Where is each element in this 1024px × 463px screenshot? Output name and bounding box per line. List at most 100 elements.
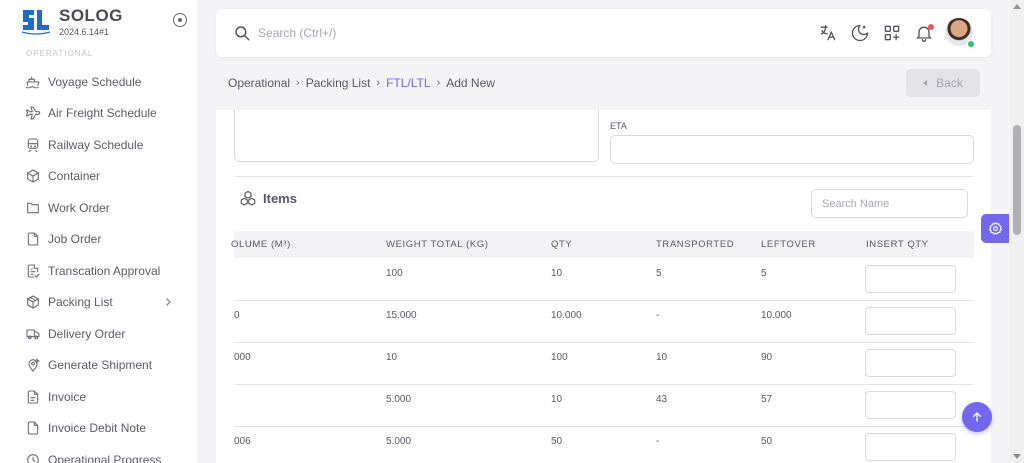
sidebar-item-label: Packing List [48,295,113,310]
sidebar-item-packing-list[interactable]: Packing List [0,287,198,319]
items-section-title: Items [263,191,297,206]
sidebar-toggle-icon[interactable] [173,13,187,27]
sidebar-item-invoice-debit-note[interactable]: Invoice Debit Note [0,413,198,445]
breadcrumb-separator: › [376,77,381,89]
cell-weight: 10 [386,352,398,363]
caret-left-icon [923,80,928,86]
breadcrumb-packing-list[interactable]: Packing List [306,76,371,90]
train-icon [24,136,41,153]
column-header-qty: QTY [551,239,573,250]
sidebar-item-generate-shipment[interactable]: Generate Shipment [0,350,198,382]
search-icon[interactable] [233,24,251,42]
sidebar-item-label: Delivery Order [48,326,126,341]
sidebar-item-label: Voyage Schedule [48,74,142,89]
sidebar-item-label: Invoice Debit Note [48,421,147,436]
invoice-icon [24,388,41,405]
sidebar-item-label: Work Order [48,200,110,215]
bell-icon[interactable] [914,23,934,43]
brand[interactable]: SOLOG 2024.6.14#1 [20,6,123,38]
cubes-icon [240,190,256,206]
sidebar-item-container[interactable]: Container [0,161,198,193]
folder-icon [24,199,41,216]
section-divider [234,176,974,177]
insert-qty-input[interactable] [865,391,956,419]
scroll-down-icon[interactable] [1013,454,1021,459]
insert-qty-input[interactable] [865,433,956,461]
chevron-right-icon [166,297,171,306]
scroll-to-top-button[interactable] [962,402,992,432]
sidebar-item-label: Railway Schedule [48,137,144,152]
cell-transported: 10 [656,352,668,363]
cell-weight: 15.000 [386,310,417,321]
insert-qty-input[interactable] [865,307,956,335]
breadcrumb-separator: › [436,77,441,89]
cell-qty: 10.000 [551,310,582,321]
insert-qty-input[interactable] [865,349,956,377]
file-check-icon [24,262,41,279]
eta-input[interactable] [610,135,974,164]
cell-volume: 000 [234,352,251,363]
gear-icon [988,222,1002,235]
sidebar-item-work-order[interactable]: Work Order [0,192,198,224]
column-header-weight-total: WEIGHT TOTAL (KG) [386,239,489,250]
sidebar-item-delivery-order[interactable]: Delivery Order [0,318,198,350]
table-row: 100 10 5 5 [234,259,974,301]
sidebar-item-job-order[interactable]: Job Order [0,224,198,256]
brand-version: 2024.6.14#1 [59,27,110,37]
sidebar-item-railway-schedule[interactable]: Railway Schedule [0,129,198,161]
table-row: 0 15.000 10.000 - 10.000 [234,301,974,343]
sidebar-item-invoice[interactable]: Invoice [0,381,198,413]
eta-label: ETA [610,121,627,131]
scroll-up-icon[interactable] [1013,4,1021,9]
notes-textarea[interactable] [234,110,599,162]
truck-icon [24,325,41,342]
moon-icon[interactable] [850,23,870,43]
search-input[interactable] [258,23,558,43]
column-header-leftover: LEFTOVER [761,239,816,250]
customizer-button[interactable] [981,214,1009,243]
breadcrumb-ftl-ltl[interactable]: FTL/LTL [386,76,430,90]
apps-add-icon[interactable] [882,23,902,43]
sidebar-item-label: Generate Shipment [48,358,153,373]
ship-icon [24,73,41,90]
cell-qty: 10 [551,268,563,279]
table-row: 006 5.000 50 - 50 [234,427,974,463]
column-header-transported: TRANSPORTED [656,239,735,250]
scrollbar-thumb[interactable] [1013,125,1021,235]
cell-leftover: 90 [761,352,773,363]
cell-qty: 10 [551,394,563,405]
notification-badge [928,24,934,30]
cell-leftover: 5 [761,268,767,279]
sidebar: SOLOG 2024.6.14#1 OPERATIONAL Voyage Sch… [0,0,199,463]
back-button[interactable]: Back [906,69,980,97]
cell-leftover: 57 [761,394,773,405]
cell-weight: 5.000 [386,436,412,447]
cell-transported: - [656,310,660,321]
sidebar-item-label: Container [48,169,101,184]
breadcrumb-separator: › [296,77,300,89]
sidebar-item-operational-progress[interactable]: Operational Progress [0,444,198,463]
brand-name: SOLOG [59,6,123,25]
file-icon [24,231,41,248]
translate-icon[interactable] [818,23,838,43]
sidebar-item-voyage-schedule[interactable]: Voyage Schedule [0,66,198,98]
sidebar-nav: Voyage Schedule Air Freight Schedule Rai… [0,66,198,463]
search-name-input[interactable] [811,189,968,218]
cell-transported: - [656,436,660,447]
map-pin-icon [24,357,41,374]
cell-transported: 5 [656,268,662,279]
sidebar-item-air-freight-schedule[interactable]: Air Freight Schedule [0,98,198,130]
sidebar-item-label: Invoice [48,389,87,404]
sidebar-item-transcation-approval[interactable]: Transcation Approval [0,255,198,287]
column-header-volume: OLUME (M³) [231,239,291,250]
page-scrollbar[interactable] [1010,0,1024,463]
cell-qty: 100 [551,352,568,363]
insert-qty-input[interactable] [865,265,956,293]
cell-weight: 100 [386,268,403,279]
arrow-up-icon [972,412,982,422]
sidebar-item-label: Transcation Approval [48,263,161,278]
breadcrumb-operational[interactable]: Operational [228,76,290,90]
table-row: 000 10 100 10 90 [234,343,974,385]
progress-icon [24,451,41,463]
sidebar-item-label: Operational Progress [48,452,162,463]
